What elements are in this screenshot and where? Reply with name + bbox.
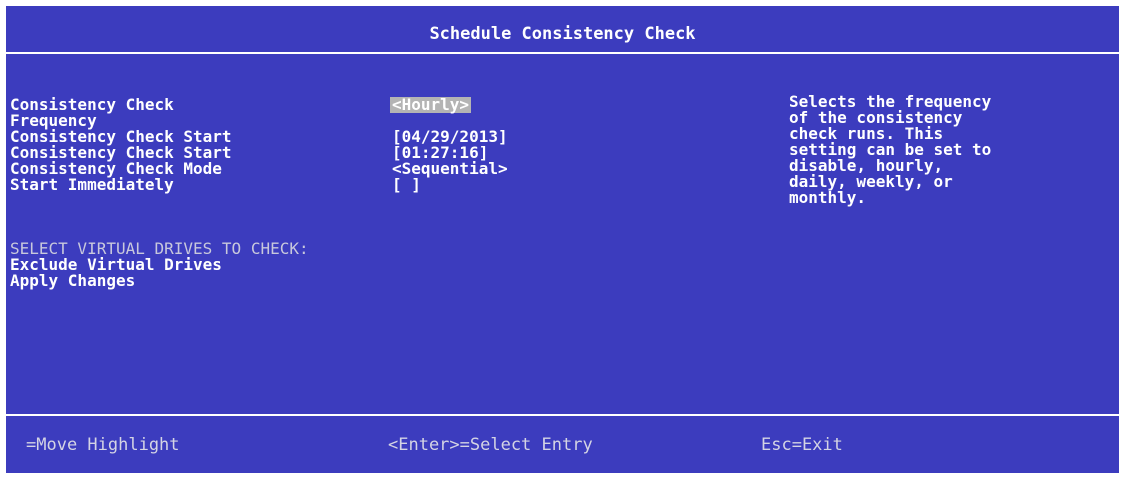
key-hint-footer: =Move Highlight <Enter>=Select Entry Esc… (6, 416, 1119, 473)
help-line: monthly. (789, 188, 867, 207)
exit-hint: Esc=Exit (761, 435, 843, 455)
frequency-selector[interactable]: <Hourly> (390, 97, 472, 113)
help-panel: Selects the frequency of the consistency… (789, 94, 1109, 206)
apply-changes-item[interactable]: Apply Changes (10, 273, 135, 289)
select-entry-hint: <Enter>=Select Entry (388, 435, 593, 455)
start-immediately-checkbox[interactable]: [ ] (392, 177, 421, 193)
start-immediately-label: Start Immediately (10, 175, 174, 194)
bios-setup-screen: Schedule Consistency Check Consistency C… (6, 6, 1119, 473)
title-divider (6, 52, 1119, 54)
move-highlight-hint: =Move Highlight (26, 435, 180, 455)
screen-title: Schedule Consistency Check (429, 24, 696, 44)
